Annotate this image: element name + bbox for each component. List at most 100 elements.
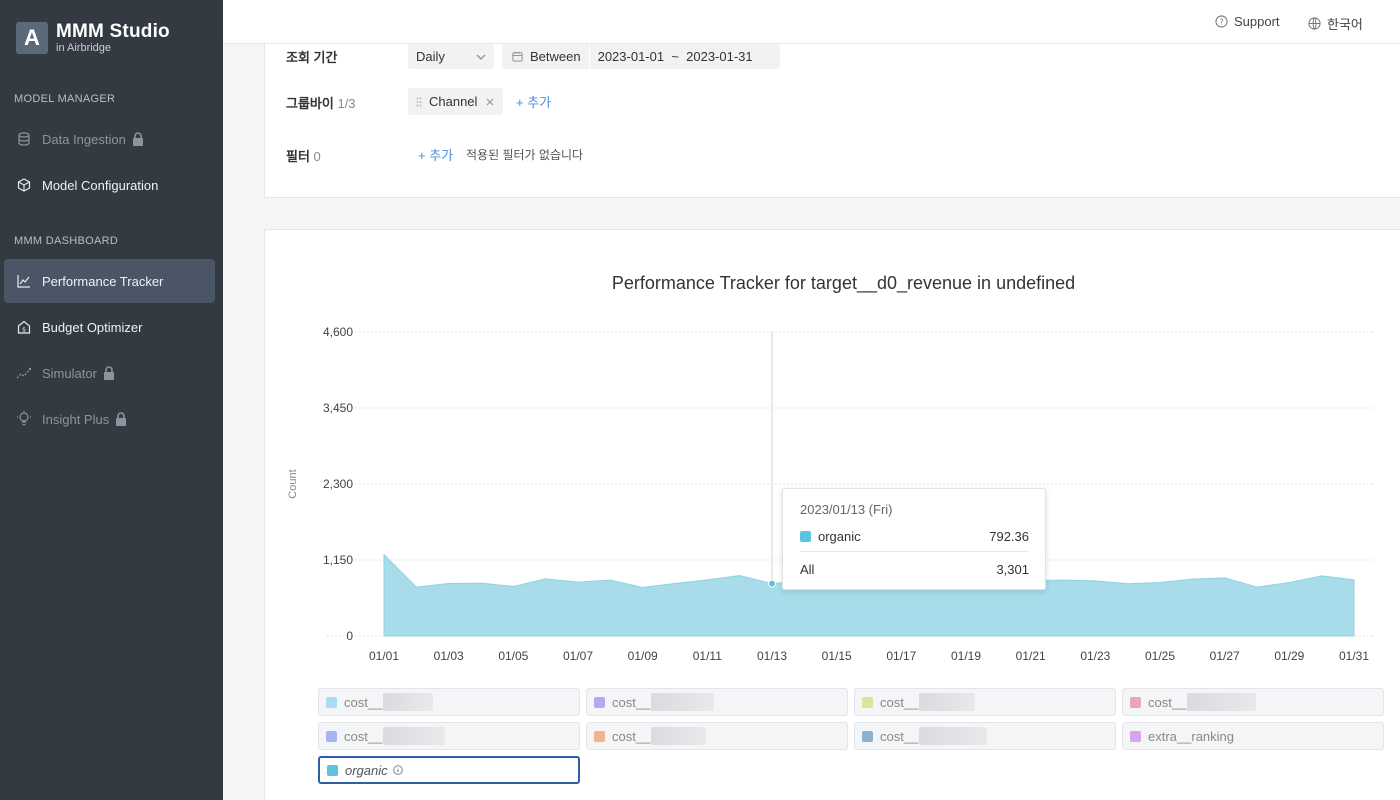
x-tick-label: 01/13 — [757, 649, 787, 663]
x-tick-label: 01/31 — [1339, 649, 1369, 663]
tooltip-date: 2023/01/13 (Fri) — [800, 502, 893, 517]
sidebar-item-insight-plus[interactable]: Insight Plus — [4, 397, 215, 441]
date-mode: Between — [530, 49, 581, 64]
svg-text:$: $ — [22, 327, 26, 334]
sidebar-item-performance-tracker[interactable]: Performance Tracker — [4, 259, 215, 303]
filter-label-text: 필터 — [286, 149, 310, 164]
data-point — [768, 579, 776, 588]
tooltip-total-label: All — [800, 562, 815, 577]
chart-tooltip: 2023/01/13 (Fri) organic 792.36 All 3,30… — [782, 488, 1046, 590]
legend-label: cost__ — [880, 694, 919, 710]
redacted-text — [383, 693, 434, 711]
legend-item[interactable]: cost__ — [586, 688, 848, 716]
x-tick-label: 01/03 — [434, 649, 464, 663]
x-tick-label: 01/21 — [1016, 649, 1046, 663]
groupby-chip-channel[interactable]: Channel — [408, 88, 504, 115]
section-mmm-dashboard: MMM DASHBOARD — [14, 235, 119, 247]
legend-item[interactable]: cost__ — [854, 688, 1116, 716]
legend-label: cost__ — [344, 694, 383, 710]
x-tick-label: 01/15 — [822, 649, 852, 663]
legend-swatch — [862, 696, 873, 708]
close-icon[interactable] — [485, 97, 495, 107]
cube-icon — [16, 177, 32, 193]
bulb-icon — [16, 411, 32, 427]
groupby-add-button[interactable]: + 추가 — [516, 92, 551, 111]
date-range-value: 2023-01-01 ~ 2023-01-31 — [597, 49, 753, 64]
lock-icon — [115, 412, 127, 426]
sidebar-item-label: Performance Tracker — [42, 273, 164, 289]
y-tick-label: 4,600 — [323, 325, 353, 339]
redacted-text — [651, 693, 715, 711]
support-link[interactable]: ? Support — [1215, 14, 1280, 29]
filter-label: 필터 0 — [286, 146, 321, 165]
legend-item[interactable]: cost__ — [854, 722, 1116, 750]
legend-item[interactable]: cost__ — [586, 722, 848, 750]
legend-label: cost__ — [344, 728, 383, 744]
x-tick-label: 01/19 — [951, 649, 981, 663]
legend-label: cost__ — [612, 728, 651, 744]
chart-panel: Performance Tracker for target__d0_reven… — [264, 229, 1400, 800]
sidebar-item-label: Simulator — [42, 365, 97, 381]
house-dollar-icon: $ — [16, 319, 32, 335]
info-icon[interactable] — [392, 765, 403, 775]
sidebar-item-simulator[interactable]: Simulator — [4, 351, 215, 395]
legend-label: organic — [345, 762, 388, 778]
brand[interactable]: A MMM Studio in Airbridge — [16, 22, 170, 54]
redacted-text — [383, 727, 446, 745]
redacted-text — [919, 693, 976, 711]
legend-item[interactable]: cost__ — [1122, 688, 1384, 716]
granularity-value: Daily — [416, 49, 445, 64]
performance-chart[interactable]: 4,600 3,450 2,300 1,150 0 Count 01/01 01/03 01/0… — [265, 230, 1400, 680]
lock-icon — [132, 132, 144, 146]
redacted-text — [1187, 693, 1257, 711]
date-range-picker[interactable]: Between 2023-01-01 ~ 2023-01-31 — [502, 44, 780, 69]
sidebar-item-label: Insight Plus — [42, 411, 110, 427]
legend-swatch — [326, 730, 337, 742]
sidebar-item-label: Budget Optimizer — [42, 319, 143, 335]
x-tick-label: 01/09 — [628, 649, 658, 663]
x-tick-label: 01/11 — [693, 649, 722, 663]
chevron-down-icon — [476, 54, 486, 60]
legend-item[interactable]: organic — [318, 756, 580, 784]
language-selector[interactable]: 한국어 — [1308, 14, 1363, 33]
y-tick-label: 0 — [346, 629, 353, 643]
tooltip-total-value: 3,301 — [996, 562, 1029, 577]
tooltip-total-row: All 3,301 — [800, 562, 1029, 577]
legend-swatch — [594, 730, 605, 742]
globe-icon — [1308, 17, 1321, 30]
legend-label: cost__ — [1148, 694, 1187, 710]
sidebar-item-model-configuration[interactable]: Model Configuration — [4, 163, 215, 207]
legend-swatch — [862, 730, 873, 742]
tooltip-series-value: 792.36 — [989, 529, 1029, 544]
y-tick-label: 3,450 — [323, 401, 353, 415]
filter-panel: 조회 기간 Daily Between 2023-01-01 ~ 2023-01… — [264, 44, 1400, 198]
sidebar-item-budget-optimizer[interactable]: $ Budget Optimizer — [4, 305, 215, 349]
drag-handle-icon[interactable] — [416, 97, 422, 107]
sidebar-item-label: Data Ingestion — [42, 131, 126, 147]
legend-swatch — [1130, 696, 1141, 708]
x-tick-label: 01/23 — [1080, 649, 1110, 663]
groupby-label-text: 그룹바이 — [286, 96, 334, 111]
legend-item[interactable]: extra__ranking — [1122, 722, 1384, 750]
groupby-count: 1/3 — [337, 96, 356, 111]
y-axis-label: Count — [287, 469, 299, 498]
legend-item[interactable]: cost__ — [318, 722, 580, 750]
language-label: 한국어 — [1327, 17, 1363, 32]
granularity-select[interactable]: Daily — [408, 44, 494, 69]
section-model-manager: MODEL MANAGER — [14, 93, 116, 105]
line-chart-icon — [16, 273, 32, 289]
legend-swatch — [594, 696, 605, 708]
legend-item[interactable]: cost__ — [318, 688, 580, 716]
tooltip-series-name: organic — [818, 529, 861, 544]
database-icon — [16, 131, 32, 147]
filter-add-button[interactable]: + 추가 — [418, 145, 453, 164]
redacted-text — [651, 727, 707, 745]
x-tick-label: 01/27 — [1210, 649, 1240, 663]
x-tick-label: 01/17 — [886, 649, 916, 663]
app-sub: in Airbridge — [56, 42, 112, 54]
sidebar-item-data-ingestion[interactable]: Data Ingestion — [4, 117, 215, 161]
period-label: 조회 기간 — [286, 50, 338, 65]
legend-label: cost__ — [612, 694, 651, 710]
x-tick-label: 01/05 — [498, 649, 528, 663]
filter-count: 0 — [313, 149, 321, 164]
